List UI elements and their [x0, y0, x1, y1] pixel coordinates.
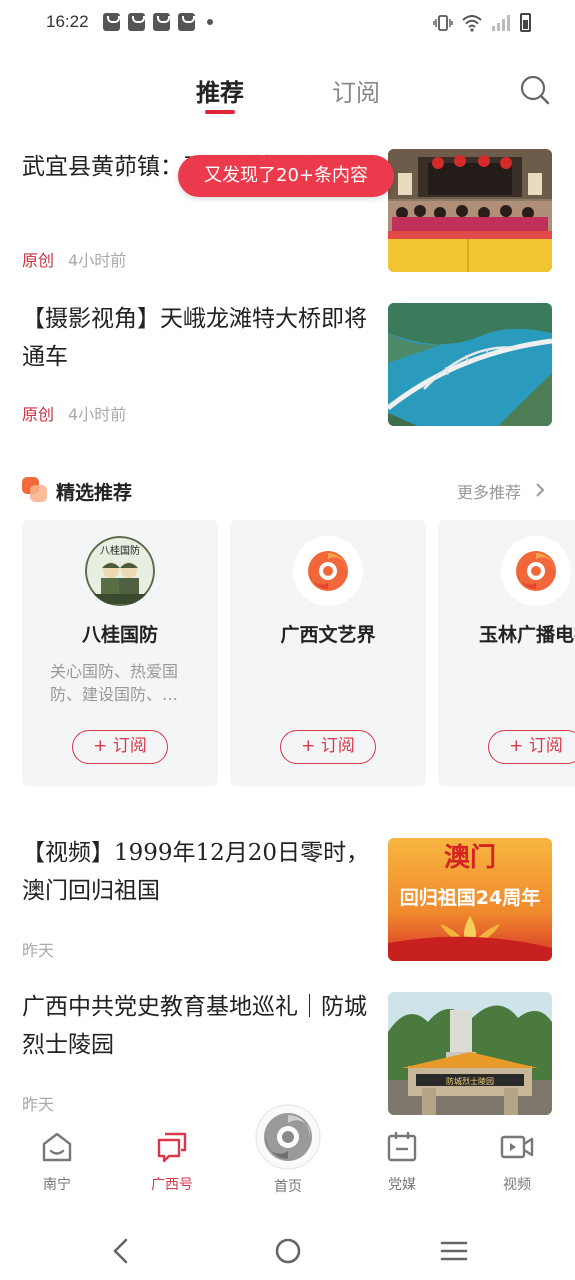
article-meta: 原创 4小时前	[22, 401, 126, 425]
menu-icon[interactable]	[439, 1236, 469, 1266]
nav-label: 视频	[503, 1177, 531, 1193]
featured-logo-icon	[22, 477, 47, 502]
account-card[interactable]: 八桂国防 八桂国防 关心国防、热爱国防、建设国防、… + 订阅	[22, 520, 218, 786]
nav-label: 南宁	[43, 1177, 71, 1193]
article-title: 广西中共党史教育基地巡礼｜防城烈士陵园	[22, 994, 367, 1058]
subscribe-button[interactable]: + 订阅	[72, 730, 168, 764]
more-recommend-link[interactable]: 更多推荐	[457, 479, 521, 503]
home-outline-icon	[42, 1132, 72, 1162]
system-icons	[433, 13, 531, 32]
status-time: 16:22	[46, 12, 89, 31]
article-thumbnail	[388, 303, 552, 426]
account-card[interactable]: 玉林广播电视 + 订阅	[438, 520, 575, 786]
avatar	[501, 536, 571, 606]
wifi-icon	[462, 14, 482, 32]
nav-item-video[interactable]: 视频	[477, 1130, 557, 1200]
subscribe-button[interactable]: + 订阅	[280, 730, 376, 764]
calendar-icon	[387, 1132, 417, 1162]
top-nav: 推荐 订阅	[0, 60, 575, 120]
shopping-bag-icon	[178, 13, 195, 31]
shopping-bag-icon	[128, 13, 145, 31]
account-description: 关心国防、热爱国防、建设国防、…	[50, 662, 179, 704]
chat-bubbles-icon	[157, 1132, 187, 1163]
original-tag: 原创	[22, 405, 55, 424]
signal-icon	[492, 14, 510, 31]
swirl-logo-icon	[293, 536, 363, 606]
article-title: 【摄影视角】天峨龙滩特大桥即将通车	[22, 306, 367, 370]
status-bar: 16:22	[0, 0, 575, 48]
article-time: 昨天	[22, 1095, 55, 1114]
article-item[interactable]: 【摄影视角】天峨龙滩特大桥即将通车 原创 4小时前	[0, 300, 575, 440]
article-time: 4小时前	[68, 251, 127, 270]
article-thumbnail: 澳门 回归祖国24周年	[388, 838, 552, 961]
svg-text:回归祖国24周年: 回归祖国24周年	[400, 886, 540, 909]
swirl-logo-icon	[501, 536, 571, 606]
subscribe-button[interactable]: + 订阅	[488, 730, 575, 764]
memorial-park-image: 防城烈士陵园	[388, 992, 552, 1115]
original-tag: 原创	[22, 251, 55, 270]
article-title: 【视频】1999年12月20日零时，澳门回归祖国	[22, 840, 370, 904]
bottom-nav: 南宁 广西号 首页 党媒 视频	[0, 1104, 575, 1210]
nav-label: 党媒	[388, 1177, 416, 1193]
nav-item-nanning[interactable]: 南宁	[17, 1130, 97, 1200]
account-name: 八桂国防	[81, 624, 158, 646]
bridge-photo-image	[388, 303, 552, 426]
macau-poster-image: 澳门 回归祖国24周年	[388, 838, 552, 961]
new-content-toast[interactable]: 又发现了20+条内容	[178, 155, 394, 197]
avatar	[293, 536, 363, 606]
festival-photo-image	[388, 149, 552, 272]
shopping-bag-icon	[103, 13, 120, 31]
shopping-bag-icon	[153, 13, 170, 31]
battery-icon	[520, 13, 531, 32]
svg-text:八桂国防: 八桂国防	[100, 544, 140, 557]
section-title: 精选推荐	[56, 482, 133, 504]
avatar: 八桂国防	[85, 536, 155, 606]
article-thumbnail: 防城烈士陵园	[388, 992, 552, 1115]
article-time: 昨天	[22, 941, 55, 960]
vibrate-icon	[433, 14, 453, 31]
notification-icons	[103, 13, 213, 31]
nav-label: 广西号	[151, 1177, 193, 1193]
swirl-logo-icon[interactable]	[255, 1104, 321, 1170]
article-meta: 原创 4小时前	[22, 247, 126, 271]
chevron-right-icon[interactable]	[534, 483, 546, 497]
article-item[interactable]: 【视频】1999年12月20日零时，澳门回归祖国 昨天 澳门 回归祖国24周年	[0, 834, 575, 974]
nav-item-party-media[interactable]: 党媒	[362, 1130, 442, 1200]
nav-item-guangxi-hao[interactable]: 广西号	[132, 1130, 212, 1200]
featured-section-header: 精选推荐 更多推荐	[0, 470, 575, 510]
article-thumbnail	[388, 149, 552, 272]
back-icon[interactable]	[106, 1236, 136, 1266]
tab-subscribe[interactable]: 订阅	[332, 73, 380, 108]
account-name: 广西文艺界	[280, 624, 376, 646]
account-name: 玉林广播电视	[478, 624, 575, 646]
article-time: 4小时前	[68, 405, 127, 424]
svg-text:澳门: 澳门	[444, 843, 496, 873]
nav-label[interactable]: 首页	[248, 1176, 328, 1196]
account-card[interactable]: 广西文艺界 + 订阅	[230, 520, 426, 786]
tab-recommend[interactable]: 推荐	[196, 73, 244, 108]
dot-icon	[207, 19, 213, 25]
active-tab-indicator	[205, 110, 235, 114]
video-camera-icon	[500, 1135, 534, 1159]
search-icon[interactable]	[520, 75, 550, 105]
home-circle-icon[interactable]	[273, 1236, 303, 1266]
featured-cards: 八桂国防 八桂国防 关心国防、热爱国防、建设国防、… + 订阅 广西文艺界 + …	[22, 520, 575, 786]
system-nav-bar	[0, 1220, 575, 1280]
svg-text:防城烈士陵园: 防城烈士陵园	[446, 1076, 494, 1086]
